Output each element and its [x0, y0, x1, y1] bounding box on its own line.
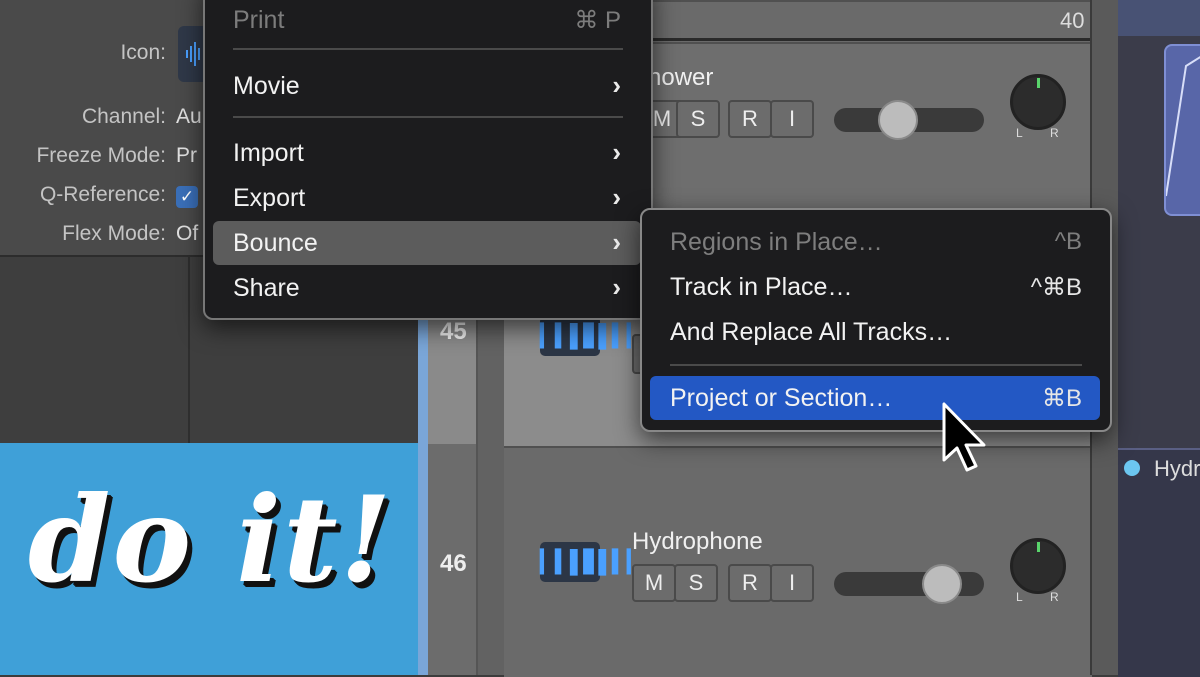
region-label: Hydr — [1154, 456, 1200, 481]
submenu-item-and-replace-all-tracks[interactable]: And Replace All Tracks… — [650, 310, 1100, 354]
volume-fader-handle[interactable] — [878, 100, 918, 140]
submenu-item-project-or-section[interactable]: Project or Section… ⌘B — [650, 376, 1100, 420]
param-flex-mode-label: Flex Mode: — [62, 222, 166, 245]
param-channel-label: Channel: — [81, 105, 166, 128]
mute-button[interactable]: M — [632, 564, 676, 602]
submenu-item-label: Project or Section… — [670, 384, 893, 412]
track-number-46: 46 — [440, 550, 467, 577]
submenu-item-shortcut: ^B — [1054, 228, 1082, 255]
menu-item-bounce[interactable]: Bounce › — [213, 221, 641, 265]
menu-item-export[interactable]: Export › — [213, 176, 641, 220]
menu-item-label: Movie — [233, 72, 300, 100]
submenu-item-regions-in-place: Regions in Place… ^B — [650, 220, 1100, 264]
param-freeze-mode-value[interactable]: Pr — [176, 137, 197, 175]
record-enable-button[interactable]: R — [728, 564, 772, 602]
menu-item-shortcut: ⌘ P — [574, 7, 621, 34]
pan-indicator — [1037, 78, 1040, 88]
menu-item-movie[interactable]: Movie › — [213, 64, 641, 108]
bounce-submenu: Regions in Place… ^B Track in Place… ^⌘B… — [640, 208, 1112, 432]
file-menu: Print ⌘ P Movie › Import › Export › Boun… — [203, 0, 653, 320]
menu-item-print: Print ⌘ P — [213, 0, 641, 42]
solo-button[interactable]: S — [674, 564, 718, 602]
solo-button[interactable]: S — [676, 100, 720, 138]
menu-item-label: Import — [233, 139, 304, 167]
chevron-right-icon: › — [612, 137, 621, 167]
waveform-display — [1165, 56, 1200, 197]
pan-left-label: L — [1016, 590, 1023, 604]
submenu-item-label: Track in Place… — [670, 273, 853, 301]
menu-item-label: Print — [233, 6, 285, 34]
track-name-hydrophone[interactable]: Hydrophone — [632, 528, 763, 556]
q-reference-checkbox[interactable]: ✓ — [176, 186, 198, 208]
pan-indicator — [1037, 542, 1040, 552]
audio-region[interactable] — [1164, 44, 1200, 216]
menu-item-label: Bounce — [233, 229, 318, 257]
waveform-icon: ▎▍▌▋▌▍▎ — [540, 542, 644, 582]
menu-item-share[interactable]: Share › — [213, 266, 641, 310]
submenu-item-track-in-place[interactable]: Track in Place… ^⌘B — [650, 265, 1100, 309]
record-enable-button[interactable]: R — [728, 100, 772, 138]
volume-fader-handle[interactable] — [922, 564, 962, 604]
param-icon-label: Icon: — [120, 41, 166, 64]
pan-right-label: R — [1050, 590, 1059, 604]
menu-separator — [233, 48, 623, 50]
ruler-region — [1118, 0, 1200, 36]
inspector-divider — [188, 256, 190, 446]
menu-item-import[interactable]: Import › — [213, 131, 641, 175]
param-q-reference-label: Q-Reference: — [39, 183, 166, 206]
submenu-item-shortcut: ^⌘B — [1030, 274, 1082, 301]
input-monitor-button[interactable]: I — [770, 100, 814, 138]
track-number-45: 45 — [440, 318, 467, 345]
audio-region-hydrophone[interactable] — [1118, 448, 1200, 677]
chevron-right-icon: › — [612, 227, 621, 257]
overlay-caption: do it! — [28, 470, 394, 609]
chevron-right-icon: › — [612, 272, 621, 302]
waveform-icon: ▎▍▌▋▌▍▎ — [540, 316, 644, 356]
param-freeze-mode-label: Freeze Mode: — [36, 144, 166, 167]
param-channel-value[interactable]: Au — [176, 98, 202, 136]
ruler-bar-number: 40 — [1060, 8, 1085, 33]
submenu-item-shortcut: ⌘B — [1041, 385, 1082, 412]
chevron-right-icon: › — [612, 182, 621, 212]
input-monitor-button[interactable]: I — [770, 564, 814, 602]
submenu-item-label: And Replace All Tracks… — [670, 318, 953, 346]
track-name[interactable]: hower — [648, 64, 713, 92]
menu-separator — [670, 364, 1082, 366]
track-row-46[interactable]: ▎▍▌▋▌▍▎ Hydrophone M S R I L R — [504, 446, 1092, 677]
pan-right-label: R — [1050, 126, 1059, 140]
submenu-item-label: Regions in Place… — [670, 228, 883, 256]
menu-item-label: Export — [233, 184, 306, 212]
mouse-pointer-icon — [942, 402, 986, 472]
pan-left-label: L — [1016, 126, 1023, 140]
chevron-right-icon: › — [612, 70, 621, 100]
param-flex-mode-value[interactable]: Of — [176, 215, 198, 253]
menu-separator — [233, 116, 623, 118]
region-color-dot — [1124, 460, 1140, 476]
menu-item-label: Share — [233, 274, 300, 302]
